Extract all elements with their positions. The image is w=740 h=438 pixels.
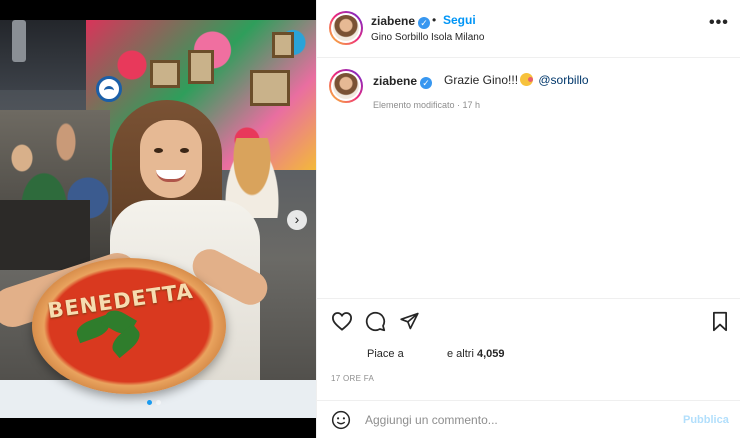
caption-text: Grazie Gino!!! @sorbillo bbox=[444, 73, 589, 87]
post-timestamp[interactable]: 17 ORE FA bbox=[331, 374, 374, 383]
post-header: ziabene ✓ • Segui Gino Sorbillo Isola Mil… bbox=[317, 0, 740, 58]
edited-label: Elemento modificato bbox=[373, 100, 455, 110]
likes-rest-text[interactable]: e altri bbox=[447, 348, 474, 360]
send-icon[interactable] bbox=[399, 311, 420, 331]
avatar-image bbox=[333, 15, 359, 41]
actions-bar bbox=[317, 298, 740, 340]
caption-body: Grazie Gino!!! bbox=[444, 73, 519, 87]
heart-icon[interactable] bbox=[331, 311, 353, 331]
restaurant-logo bbox=[96, 76, 122, 102]
caption-username[interactable]: ziabene ✓ bbox=[373, 74, 433, 89]
carousel-dot-active bbox=[147, 400, 152, 405]
header-username[interactable]: ziabene ✓ bbox=[371, 14, 431, 29]
caption-username-text[interactable]: ziabene bbox=[373, 74, 417, 88]
photo-frame bbox=[150, 60, 180, 88]
post-photo[interactable]: BENEDETTA › bbox=[0, 0, 316, 438]
more-options-icon[interactable]: ••• bbox=[709, 14, 729, 32]
avatar[interactable] bbox=[329, 11, 363, 45]
woman-face bbox=[140, 120, 202, 198]
photo-frame bbox=[250, 70, 290, 106]
likes-prefix: Piace a bbox=[367, 348, 404, 360]
kiss-emoji-icon bbox=[520, 73, 534, 86]
verified-badge-icon: ✓ bbox=[420, 77, 433, 89]
caption-avatar[interactable] bbox=[329, 69, 363, 103]
comment-input[interactable] bbox=[365, 413, 665, 427]
likes-prefix-text: Piace a bbox=[367, 348, 404, 360]
woman-eye bbox=[154, 148, 163, 153]
carousel-dot bbox=[156, 400, 161, 405]
comment-icon[interactable] bbox=[365, 311, 386, 332]
caption-time[interactable]: 17 h bbox=[463, 100, 481, 110]
follow-button[interactable]: Segui bbox=[443, 13, 476, 27]
carousel-dots bbox=[147, 400, 161, 405]
mention-link[interactable]: @sorbillo bbox=[538, 73, 588, 87]
post-side-panel: ziabene ✓ • Segui Gino Sorbillo Isola Mil… bbox=[316, 0, 740, 438]
publish-button[interactable]: Pubblica bbox=[683, 414, 729, 426]
photo-frame bbox=[188, 50, 214, 84]
verified-badge-icon: ✓ bbox=[418, 17, 431, 29]
photo-frame bbox=[272, 32, 294, 58]
photo-duct bbox=[12, 20, 26, 62]
likes-count[interactable]: e altri 4,059 bbox=[447, 348, 505, 360]
emoji-icon[interactable] bbox=[331, 410, 351, 430]
comment-bar: Pubblica bbox=[317, 400, 740, 438]
caption-avatar-image bbox=[333, 73, 359, 99]
location-link[interactable]: Gino Sorbillo Isola Milano bbox=[371, 32, 484, 43]
header-username-text[interactable]: ziabene bbox=[371, 14, 415, 28]
caption-meta: Elemento modificato · 17 h bbox=[373, 100, 481, 110]
bookmark-icon[interactable] bbox=[711, 311, 729, 332]
likes-count-value[interactable]: 4,059 bbox=[477, 348, 505, 360]
carousel-next-button[interactable]: › bbox=[287, 210, 307, 230]
woman-eye bbox=[180, 148, 189, 153]
photo-scene: BENEDETTA bbox=[0, 20, 316, 418]
header-separator: • bbox=[432, 13, 437, 27]
photo-table bbox=[0, 200, 90, 270]
